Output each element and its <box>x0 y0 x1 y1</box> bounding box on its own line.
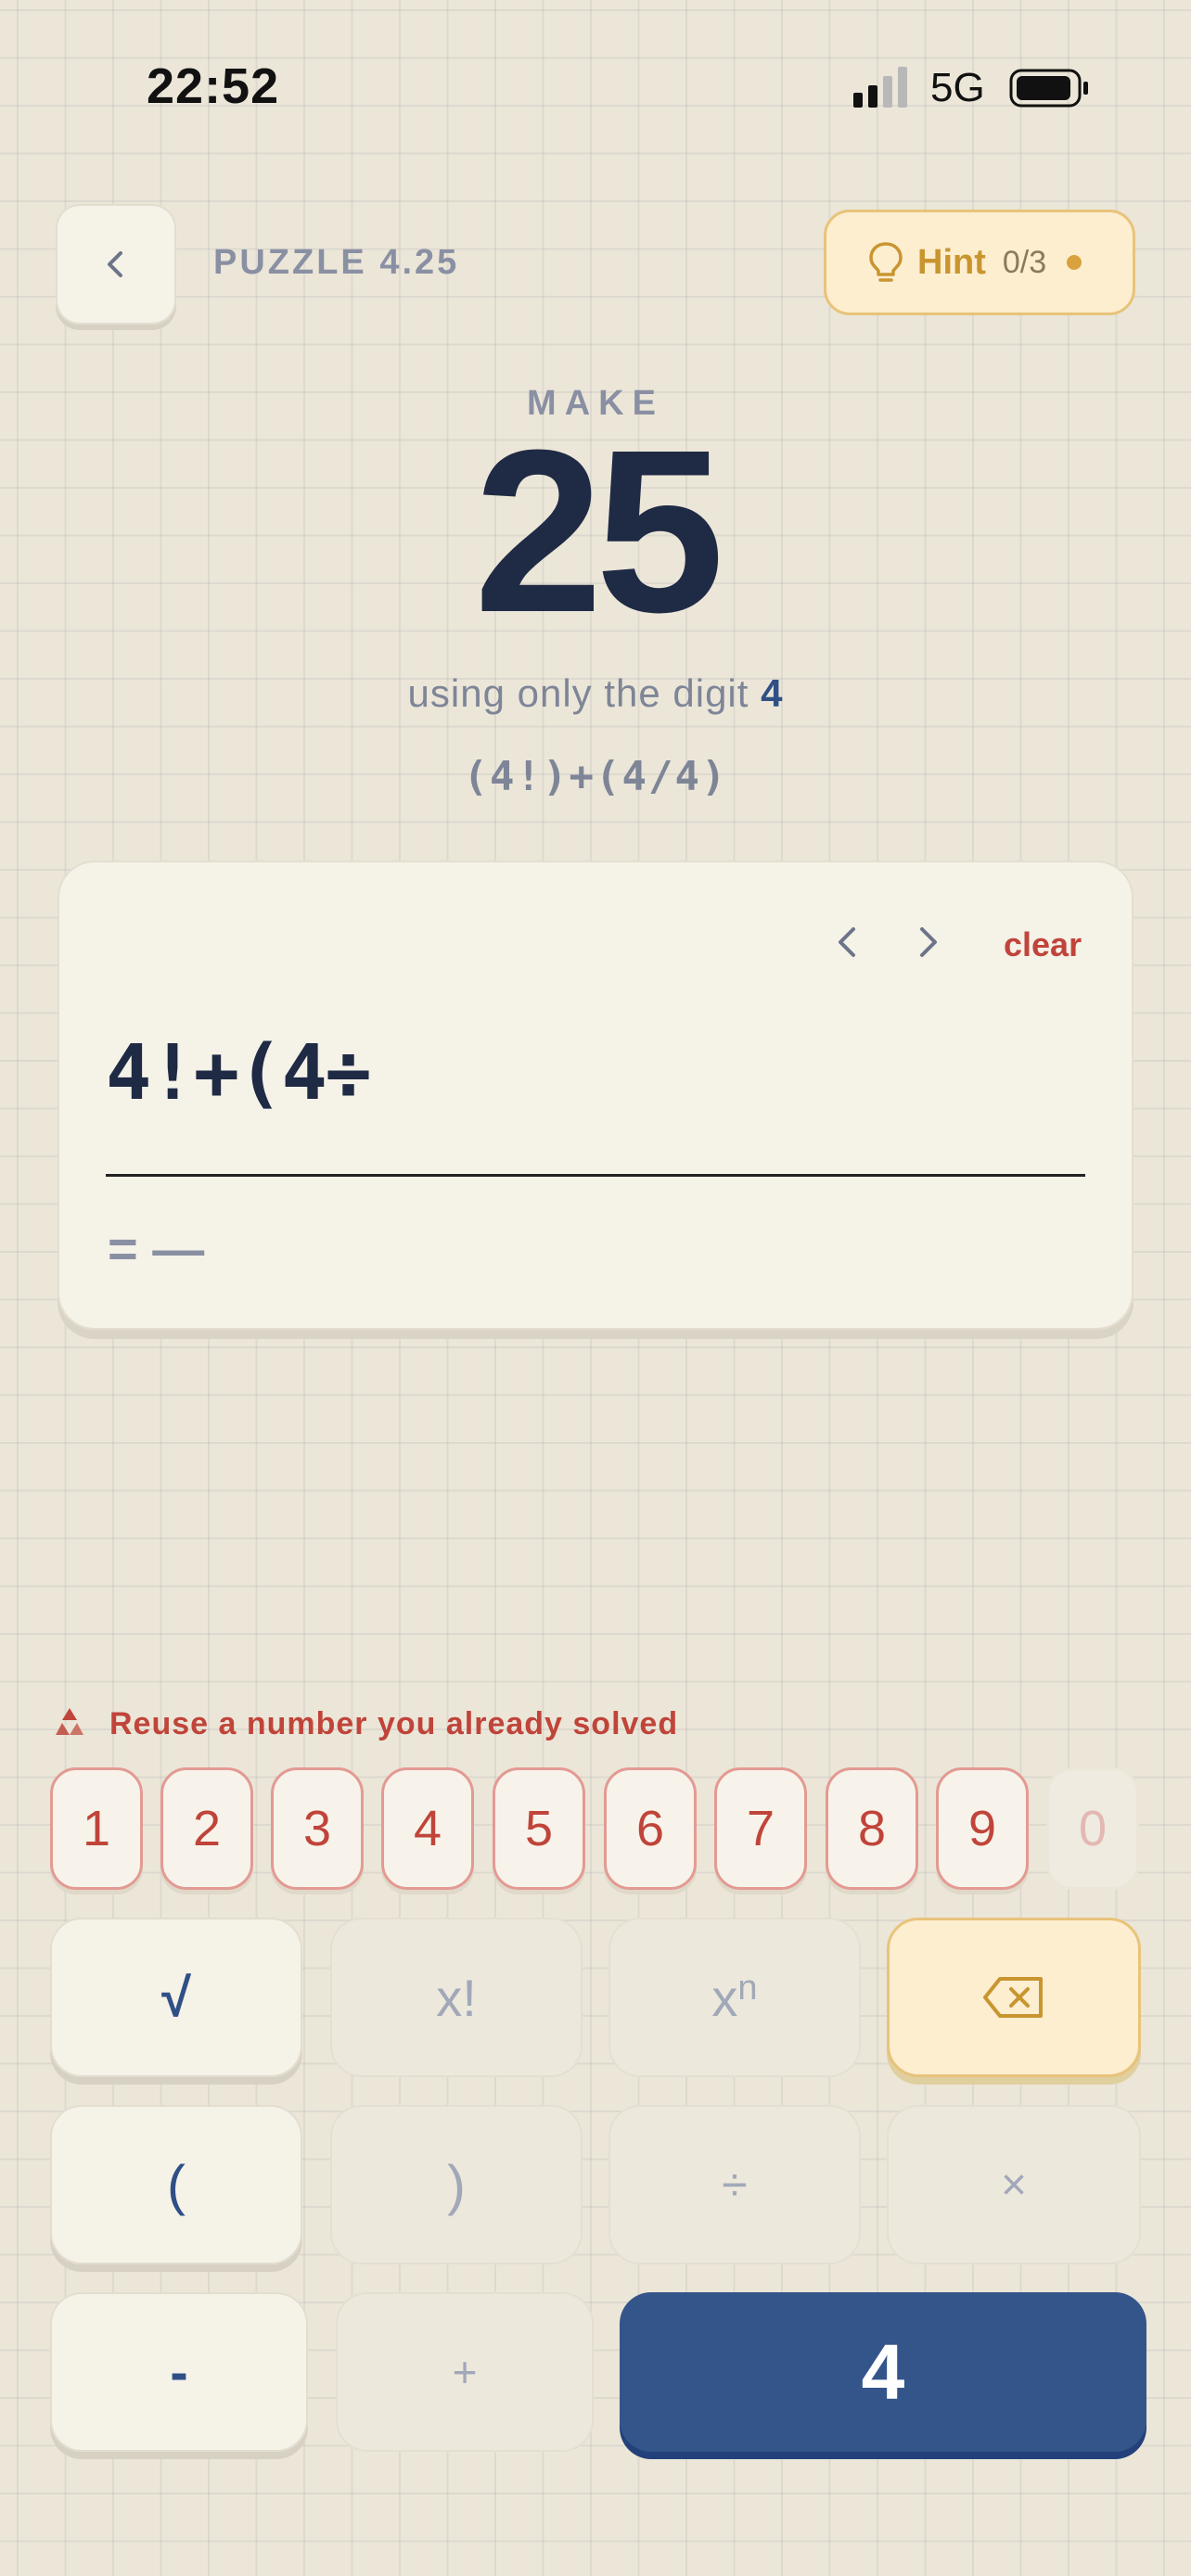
chevron-left-icon <box>108 251 122 277</box>
battery-icon <box>1009 69 1088 108</box>
hint-button[interactable]: Hint 0/3 <box>824 210 1135 315</box>
lightbulb-icon <box>869 242 903 282</box>
reuse-chip-4[interactable]: 4 <box>381 1767 474 1890</box>
plus-key[interactable]: + <box>336 2292 594 2452</box>
hint-count: 0/3 <box>1002 244 1047 280</box>
minus-key[interactable]: - <box>50 2292 308 2452</box>
power-base: x <box>711 1968 738 2027</box>
reuse-chip-9[interactable]: 9 <box>936 1767 1029 1890</box>
puzzle-title: PUZZLE 4.25 <box>213 243 460 282</box>
power-key[interactable]: xn <box>608 1918 861 2077</box>
back-button[interactable] <box>56 204 176 325</box>
expression-input[interactable]: 4!+(4÷ <box>106 1029 371 1117</box>
backspace-icon <box>983 1977 1043 2018</box>
solution-display: (4!)+(4/4) <box>463 753 728 800</box>
network-label: 5G <box>930 65 985 110</box>
digit-constraint: using only the digit 4 <box>0 671 1191 716</box>
hint-indicator-dot <box>1067 255 1082 270</box>
open-paren-key[interactable]: ( <box>50 2105 302 2264</box>
factorial-key[interactable]: x! <box>330 1918 583 2077</box>
recycle-icon <box>56 1708 83 1735</box>
reuse-chip-1[interactable]: 1 <box>50 1767 143 1890</box>
reuse-chip-5[interactable]: 5 <box>493 1767 585 1890</box>
hint-label: Hint <box>917 242 986 282</box>
cursor-left-button[interactable] <box>824 918 872 966</box>
reuse-chip-8[interactable]: 8 <box>826 1767 918 1890</box>
constraint-text: using only the digit <box>407 671 749 715</box>
divide-key[interactable]: ÷ <box>608 2105 861 2264</box>
reuse-chip-6[interactable]: 6 <box>604 1767 697 1890</box>
sqrt-key[interactable]: √ <box>50 1918 302 2077</box>
reuse-chip-2[interactable]: 2 <box>160 1767 253 1890</box>
reuse-chip-0: 0 <box>1046 1767 1139 1890</box>
status-time: 22:52 <box>147 58 280 114</box>
power-exponent: n <box>737 1968 758 2008</box>
multiply-key[interactable]: × <box>887 2105 1141 2264</box>
delete-key[interactable] <box>887 1918 1141 2077</box>
expression-divider <box>106 1174 1085 1177</box>
result-display: = — <box>108 1218 204 1279</box>
reuse-chip-7[interactable]: 7 <box>714 1767 807 1890</box>
cursor-right-button[interactable] <box>903 918 952 966</box>
close-paren-key[interactable]: ) <box>330 2105 583 2264</box>
digit-4-key[interactable]: 4 <box>620 2292 1146 2452</box>
target-number: 25 <box>473 402 724 660</box>
reuse-hint-text: Reuse a number you already solved <box>109 1706 679 1741</box>
result-value: — <box>152 1219 205 1278</box>
constraint-digit: 4 <box>761 671 784 715</box>
signal-icon <box>853 67 907 108</box>
clear-button[interactable]: clear <box>1004 925 1082 964</box>
result-prefix: = <box>108 1219 138 1278</box>
reuse-chip-3[interactable]: 3 <box>271 1767 364 1890</box>
